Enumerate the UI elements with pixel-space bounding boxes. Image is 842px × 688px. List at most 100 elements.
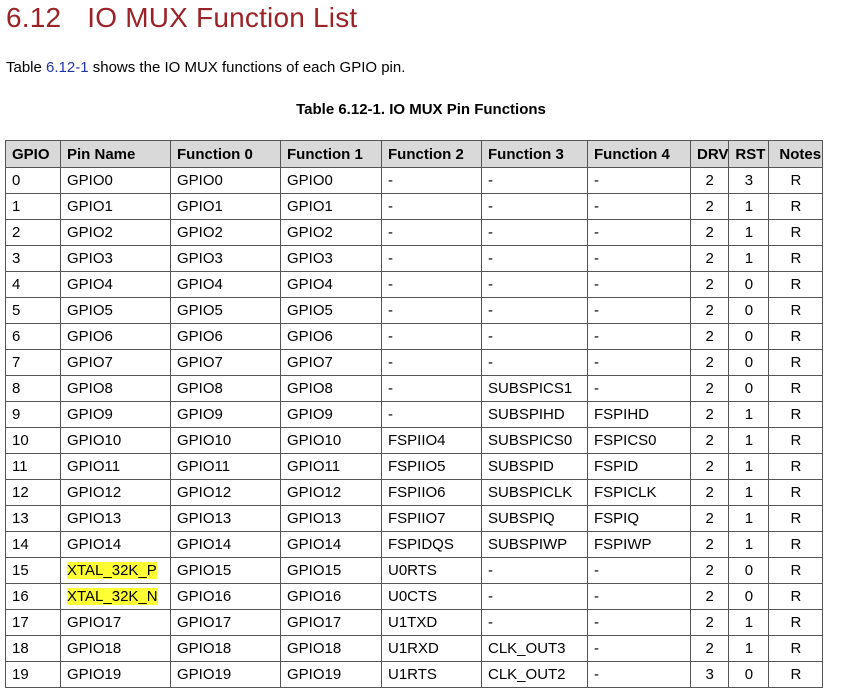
table-row: 0 GPIO0 GPIO0 GPIO0- - -2 3 R: [5, 167, 824, 194]
cell-drv: 2: [689, 219, 730, 246]
cell-function-1: GPIO0: [280, 167, 382, 194]
table-row: 15 XTAL_32K_P GPIO15 GPIO15 U0RTS - -2 0 R: [5, 557, 824, 584]
column-header-function-0: Function 0: [170, 140, 281, 168]
cell-function-4: FSPID: [587, 453, 691, 480]
cell-function-0: GPIO12: [170, 479, 281, 506]
cell-gpio: 2: [5, 219, 61, 246]
cell-pin-name: GPIO12: [60, 479, 171, 506]
cell-drv: 2: [689, 401, 730, 428]
cell-function-2: -: [381, 245, 482, 272]
cell-pin-name: GPIO9: [60, 401, 171, 428]
column-header-gpio: GPIO: [5, 140, 61, 168]
cell-function-4: FSPICS0: [587, 427, 691, 454]
cell-pin-name: GPIO2: [60, 219, 171, 246]
column-header-function-4: Function 4: [587, 140, 691, 168]
cell-gpio: 18: [5, 635, 61, 662]
cell-function-3: SUBSPIQ: [481, 505, 588, 532]
cell-function-0: GPIO5: [170, 297, 281, 324]
cell-function-3: -: [481, 193, 588, 220]
cell-function-0: GPIO1: [170, 193, 281, 220]
cell-pin-name: GPIO10: [60, 427, 171, 454]
cell-drv: 2: [689, 557, 730, 584]
cell-function-2: -: [381, 219, 482, 246]
cell-pin-name: XTAL_32K_P: [60, 557, 171, 584]
cell-function-1: GPIO18: [280, 635, 382, 662]
section-number: 6.12: [6, 2, 62, 33]
table-row: 12 GPIO12 GPIO12 GPIO12 FSPIIO6 SUBSPICLK FSPI…: [5, 479, 824, 506]
table-row: 10 GPIO10 GPIO10 GPIO10 FSPIIO4 SUBSPICS0 FSPI…: [5, 427, 824, 454]
cell-function-0: GPIO13: [170, 505, 281, 532]
cell-function-1: GPIO16: [280, 583, 382, 610]
cell-function-1: GPIO2: [280, 219, 382, 246]
cell-function-2: -: [381, 271, 482, 298]
cell-drv: 2: [689, 167, 730, 194]
cell-rst: 1: [728, 479, 770, 506]
column-header-function-1: Function 1: [280, 140, 382, 168]
cell-notes: R: [768, 583, 824, 610]
cell-notes: R: [768, 349, 824, 376]
cell-notes: R: [768, 479, 824, 506]
cell-function-4: -: [587, 245, 691, 272]
cell-function-0: GPIO19: [170, 661, 281, 688]
cell-rst: 0: [728, 583, 770, 610]
cell-gpio: 7: [5, 349, 61, 376]
column-header-pin-name: Pin Name: [60, 140, 171, 168]
cell-function-0: GPIO16: [170, 583, 281, 610]
cell-function-1: GPIO19: [280, 661, 382, 688]
cell-function-3: SUBSPICS0: [481, 427, 588, 454]
cell-drv: 2: [689, 297, 730, 324]
table-row: 7 GPIO7 GPIO7 GPIO7- - -2 0 R: [5, 349, 824, 376]
cell-rst: 0: [728, 349, 770, 376]
table-row: 6 GPIO6 GPIO6 GPIO6- - -2 0 R: [5, 323, 824, 350]
cell-notes: R: [768, 505, 824, 532]
cell-function-4: -: [587, 271, 691, 298]
cell-function-0: GPIO8: [170, 375, 281, 402]
cell-pin-name: GPIO7: [60, 349, 171, 376]
cell-pin-name: GPIO14: [60, 531, 171, 558]
cell-drv: 2: [689, 323, 730, 350]
cell-function-1: GPIO7: [280, 349, 382, 376]
cell-drv: 2: [689, 479, 730, 506]
cell-notes: R: [768, 271, 824, 298]
table-row: 3 GPIO3 GPIO3 GPIO3- - -2 1 R: [5, 245, 824, 272]
cell-drv: 2: [689, 635, 730, 662]
cell-gpio: 16: [5, 583, 61, 610]
cell-rst: 1: [728, 609, 770, 636]
cell-notes: R: [768, 245, 824, 272]
highlighted-pin-name: XTAL_32K_P: [67, 562, 157, 579]
cell-function-2: U1RTS: [381, 661, 482, 688]
cell-function-1: GPIO10: [280, 427, 382, 454]
cell-function-3: -: [481, 323, 588, 350]
cell-notes: R: [768, 323, 824, 350]
cell-function-1: GPIO8: [280, 375, 382, 402]
table-row: 13 GPIO13 GPIO13 GPIO13 FSPIIO7 SUBSPIQ FSPIQ 2…: [5, 505, 824, 532]
table-reference-link[interactable]: 6.12-1: [46, 59, 89, 76]
cell-pin-name: GPIO18: [60, 635, 171, 662]
cell-function-1: GPIO6: [280, 323, 382, 350]
cell-function-4: -: [587, 635, 691, 662]
cell-function-2: -: [381, 167, 482, 194]
cell-function-2: FSPIIO5: [381, 453, 482, 480]
cell-notes: R: [768, 219, 824, 246]
cell-notes: R: [768, 661, 824, 688]
intro-paragraph: Table 6.12-1 shows the IO MUX functions …: [6, 59, 405, 76]
cell-gpio: 14: [5, 531, 61, 558]
cell-notes: R: [768, 635, 824, 662]
cell-drv: 2: [689, 349, 730, 376]
cell-pin-name: GPIO11: [60, 453, 171, 480]
cell-function-1: GPIO5: [280, 297, 382, 324]
cell-function-2: FSPIIO7: [381, 505, 482, 532]
cell-pin-name: GPIO4: [60, 271, 171, 298]
cell-function-0: GPIO10: [170, 427, 281, 454]
cell-notes: R: [768, 375, 824, 402]
cell-rst: 1: [728, 193, 770, 220]
highlighted-pin-name: XTAL_32K_N: [67, 588, 158, 605]
cell-function-3: -: [481, 557, 588, 584]
cell-gpio: 0: [5, 167, 61, 194]
cell-rst: 3: [728, 167, 770, 194]
cell-function-1: GPIO14: [280, 531, 382, 558]
cell-function-0: GPIO7: [170, 349, 281, 376]
cell-function-3: -: [481, 271, 588, 298]
cell-notes: R: [768, 401, 824, 428]
cell-function-0: GPIO4: [170, 271, 281, 298]
